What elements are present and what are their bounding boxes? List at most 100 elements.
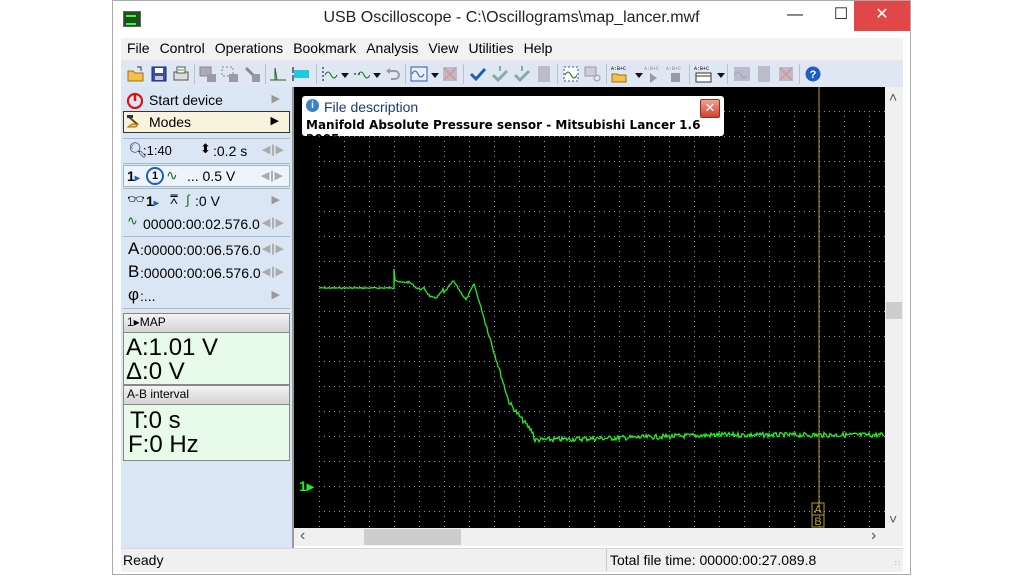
channel-sensitivity-row[interactable]: 1▸ 1 ∿ ... 0.5 V ◀❙▶	[123, 165, 290, 187]
grid	[319, 111, 885, 527]
trigger-edge-icon: ⩞	[170, 192, 178, 207]
menu-utilities[interactable]: Utilities	[462, 38, 517, 56]
waveform-view-icon	[733, 65, 751, 83]
cursor-a-adjust[interactable]: ◀❙▶	[262, 242, 284, 255]
svg-text:A:B+C: A:B+C	[611, 66, 626, 72]
vertical-scroll-thumb[interactable]	[886, 302, 902, 319]
page-icon	[755, 65, 773, 83]
open-icon[interactable]	[127, 65, 145, 83]
trigger-channel: 1▸	[146, 193, 159, 209]
save-icon[interactable]	[150, 65, 168, 83]
svg-text:A:B+C: A:B+C	[666, 66, 681, 72]
modes-icon	[126, 115, 139, 128]
delete-icon	[441, 65, 459, 83]
file-description-close-button[interactable]: ✕	[700, 99, 720, 118]
timebase-icon: ⬍	[200, 141, 211, 156]
cursor-a-tag[interactable]: A	[811, 502, 825, 516]
paste-waveform-icon	[221, 65, 239, 83]
interval-panel-header: A-B interval	[124, 386, 289, 405]
cursor-b-row: B :00000:00:06.576.0 ◀❙▶	[123, 262, 290, 284]
cursor-a-row: A :00000:00:06.576.0 ◀❙▶	[123, 239, 290, 261]
timebase-value[interactable]: :0.2 s	[213, 143, 247, 159]
vertical-measure-icon[interactable]	[320, 65, 338, 83]
scroll-right-button[interactable]: ›	[871, 527, 876, 545]
check-up-icon	[513, 65, 531, 83]
trigger-level-value: :0 V	[195, 193, 220, 209]
menu-file[interactable]: File	[121, 38, 154, 56]
app-window: USB Oscilloscope - C:\Oscillograms\map_l…	[112, 0, 911, 575]
waveform-plot[interactable]: A B	[294, 87, 885, 528]
print-icon[interactable]	[172, 65, 190, 83]
minimize-button[interactable]: —	[772, 1, 818, 31]
oscilloscope-display[interactable]: A B 1▸ i File description ✕ Manifold Abs…	[294, 87, 885, 528]
cursor-b-value[interactable]: :00000:00:06.576.0	[140, 265, 261, 281]
scroll-down-button[interactable]: ˅	[889, 511, 897, 527]
pretrigger-adjust[interactable]: ◀❙▶	[262, 216, 284, 229]
start-device-button[interactable]: Start device ▶	[123, 89, 290, 111]
help-icon[interactable]: ?	[804, 65, 822, 83]
menu-operations[interactable]: Operations	[209, 38, 287, 56]
cursor-a-voltage: A:1.01 V	[126, 334, 219, 361]
menu-bar: File Control Operations Bookmark Analysis Vie…	[121, 38, 903, 60]
channel-1-marker[interactable]: 1▸	[299, 478, 314, 495]
file-description-popup: i File description ✕ Manifold Absolute P…	[302, 96, 724, 146]
channel-measure-panel: 1▸MAP A:1.01 V Δ:0 V	[123, 313, 290, 385]
channel-number: 1▸	[127, 168, 140, 184]
menu-view[interactable]: View	[422, 38, 462, 56]
svg-text:A:B+C: A:B+C	[644, 66, 659, 72]
channel-panel-header: 1▸MAP	[124, 314, 289, 333]
coupling-icon: ∿	[166, 167, 178, 183]
pretrigger-value[interactable]: 00000:00:02.576.0	[143, 216, 260, 232]
close-button[interactable]: ✕	[854, 1, 910, 31]
modes-button[interactable]: Modes ▶	[123, 111, 290, 133]
horizontal-scrollbar[interactable]: ‹ ›	[294, 527, 885, 546]
horizontal-measure-icon[interactable]	[352, 65, 371, 83]
cursor-a-value[interactable]: :00000:00:06.576.0	[140, 242, 261, 258]
menu-analysis[interactable]: Analysis	[360, 38, 422, 56]
channel-select-icon[interactable]	[291, 65, 309, 83]
delta-voltage: Δ:0 V	[126, 358, 185, 385]
horizontal-scroll-thumb[interactable]	[364, 529, 461, 545]
pretrigger-icon: ∿	[127, 213, 138, 228]
spike-icon[interactable]	[269, 65, 287, 83]
menu-bookmark[interactable]: Bookmark	[287, 38, 360, 56]
scroll-up-button[interactable]: ˄	[889, 89, 897, 105]
svg-text:A:B+C: A:B+C	[694, 66, 709, 72]
phase-row[interactable]: φ :... ▶	[123, 285, 290, 307]
cursor-a-label: A	[128, 239, 140, 258]
zoom-search-icon	[584, 65, 602, 83]
info-icon: i	[306, 99, 319, 112]
undo-icon	[383, 65, 401, 83]
check-down-icon	[491, 65, 509, 83]
display-mode-icon[interactable]	[410, 65, 428, 83]
trigger-row[interactable]: 👓︎ 1▸ ⩞ ∫ :0 V ▶	[123, 190, 290, 212]
resize-grip[interactable]: ∷	[895, 559, 900, 568]
start-device-arrow: ▶	[271, 93, 280, 105]
menu-help[interactable]: Help	[518, 38, 557, 56]
scroll-left-button[interactable]: ‹	[300, 527, 305, 545]
phase-value: :...	[140, 288, 156, 304]
cursor-b-tag[interactable]: B	[811, 514, 825, 528]
zoom-region-icon[interactable]	[562, 65, 580, 83]
interval-frequency: F:0 Hz	[128, 431, 199, 458]
library-stop-icon: A:B+C	[666, 65, 684, 83]
status-text: Ready	[123, 552, 164, 568]
timebase-adjust[interactable]: ◀❙▶	[262, 143, 284, 156]
interval-panel: A-B interval T:0 s F:0 Hz	[123, 385, 290, 461]
file-description-text: Manifold Absolute Pressure sensor - Mits…	[306, 118, 701, 146]
menu-control[interactable]: Control	[154, 38, 209, 56]
zoom-value[interactable]: :1:40	[143, 143, 172, 158]
check-icon[interactable]	[469, 65, 487, 83]
zoom-timebase-row: 🔍︎ :1:40 ⬍ :0.2 s ◀❙▶	[123, 140, 290, 162]
channel-1-trace	[318, 268, 885, 444]
library-open-icon[interactable]: A:B+C	[611, 65, 629, 83]
library-play-icon: A:B+C	[644, 65, 662, 83]
cursor-b-adjust[interactable]: ◀❙▶	[262, 265, 284, 278]
control-sidebar: Start device ▶ Modes ▶ 🔍︎ :1:40 ⬍ :0.2 s…	[121, 87, 294, 548]
sensitivity-adjust[interactable]: ◀❙▶	[261, 169, 283, 182]
library-table-icon[interactable]: A:B+C	[694, 65, 712, 83]
vertical-scrollbar[interactable]: ˄ ˅	[885, 87, 903, 528]
toolbar: A:B+C A:B+C A:B+C A:B+C ?	[121, 60, 903, 87]
cursor-b-label: B	[128, 262, 140, 281]
pretrigger-row: ∿ 00000:00:02.576.0 ◀❙▶	[123, 213, 290, 235]
